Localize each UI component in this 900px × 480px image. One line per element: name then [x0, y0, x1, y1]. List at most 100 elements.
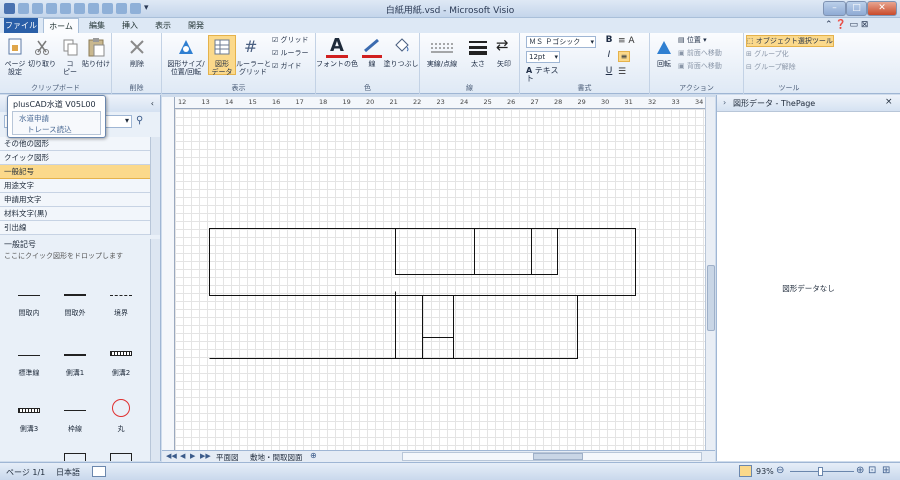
fit-window-icon[interactable]: ⊡ [868, 465, 876, 476]
vertical-scroll-thumb[interactable] [707, 265, 715, 331]
stencil-scrollbar[interactable] [150, 239, 160, 461]
tab-insert[interactable]: 挿入 [115, 18, 145, 33]
line-pattern-button[interactable]: 実線/点線 [422, 60, 462, 68]
rotate-button[interactable]: 回転 [652, 60, 676, 68]
zoom-out-icon[interactable]: ⊖ [776, 465, 784, 476]
select-tool-button[interactable]: ⬚ オブジェクト選択ツール [746, 35, 834, 47]
category-application-text[interactable]: 申請用文字 [0, 193, 150, 207]
underline-button[interactable]: U [604, 67, 614, 76]
close-panel-icon[interactable]: × [885, 97, 893, 107]
delete-button[interactable]: 削除 [122, 60, 152, 68]
floor-plan-drawing[interactable] [175, 109, 705, 450]
zoom-in-icon[interactable]: ⊕ [856, 465, 864, 476]
partial-shape-icon-2[interactable] [110, 453, 132, 461]
align-center-icon[interactable]: ≡ [618, 51, 630, 62]
category-usage-text[interactable]: 用途文字 [0, 179, 150, 193]
horizontal-scrollbar[interactable] [402, 452, 702, 461]
line-button[interactable]: 線 [362, 60, 382, 68]
fill-button[interactable]: 塗りつぶし [382, 60, 420, 68]
align-icon[interactable]: ≡ A [618, 36, 635, 46]
stencil-boundary[interactable]: 境界 [101, 308, 141, 318]
popup-item-water-application[interactable]: 水道申請 [19, 113, 49, 124]
horizontal-scroll-thumb[interactable] [533, 453, 583, 460]
stencil-gutter3[interactable]: 側溝3 [9, 424, 49, 434]
standard-line-shape-icon[interactable] [18, 355, 40, 356]
ruler-grid-button[interactable]: ルーラーと グリッド [236, 60, 271, 76]
first-page-icon[interactable]: ◀◀ [166, 452, 177, 460]
drawing-canvas[interactable] [175, 109, 705, 450]
next-page-icon[interactable]: ▶ [190, 452, 195, 460]
stencil-gutter1[interactable]: 側溝1 [55, 368, 95, 378]
ungroup-button[interactable]: ⊟ グループ解除 [746, 63, 834, 71]
maximize-button[interactable]: □ [846, 1, 867, 16]
search-icon[interactable]: ⚲ [136, 115, 143, 126]
frame-line-shape-icon[interactable] [64, 410, 86, 411]
close-button[interactable]: ✕ [867, 1, 897, 16]
zoom-slider-thumb[interactable] [818, 467, 823, 476]
lower-room-block[interactable] [422, 295, 578, 359]
tab-edit[interactable]: 編集 [82, 18, 112, 33]
room-inner-shape-icon[interactable] [18, 295, 40, 296]
text-button[interactable]: A テキスト [526, 67, 566, 83]
tab-view[interactable]: 表示 [148, 18, 178, 33]
last-page-icon[interactable]: ▶▶ [200, 452, 211, 460]
fit-page-icon[interactable] [739, 465, 752, 477]
collapse-icon[interactable]: ‹ [151, 95, 154, 112]
stencil-room-inner[interactable]: 間取内 [9, 308, 49, 318]
stencil-frame-line[interactable]: 枠線 [55, 424, 95, 434]
category-scrollbar[interactable] [150, 137, 160, 235]
shape-data-button[interactable]: 図形 データ [208, 60, 236, 76]
line-weight-button[interactable]: 太さ [466, 60, 490, 68]
status-page[interactable]: ページ 1/1 [6, 467, 45, 478]
prev-page-icon[interactable]: ◀ [180, 452, 185, 460]
tab-home[interactable]: ホーム [43, 18, 79, 33]
gutter1-shape-icon[interactable] [64, 354, 86, 356]
cut-button[interactable]: 切り取り [26, 60, 58, 68]
stencil-standard-line[interactable]: 標準線 [9, 368, 49, 378]
stencil-gutter2[interactable]: 側溝2 [101, 368, 141, 378]
outer-building-rect[interactable] [209, 228, 636, 296]
arrow-button[interactable]: 矢印 [492, 60, 516, 68]
minimize-button[interactable]: – [823, 1, 846, 16]
copy-button[interactable]: コ ピー [62, 60, 78, 76]
tab-file[interactable]: ファイル [4, 18, 38, 33]
ruler-checkbox[interactable]: ☑ ルーラー [272, 49, 316, 57]
insert-page-icon[interactable]: ⊕ [310, 451, 317, 460]
macro-record-icon[interactable] [92, 466, 106, 477]
category-quick-shapes[interactable]: クイック図形 [0, 151, 150, 165]
pan-zoom-icon[interactable]: ⊞ [882, 465, 890, 476]
page-setup-button[interactable]: ページ 設定 [2, 60, 28, 76]
size-position-button[interactable]: 図形サイズ/ 位置/回転 [164, 60, 208, 76]
bold-button[interactable]: B [604, 36, 614, 45]
collapse-right-icon[interactable]: › [723, 98, 726, 107]
grid-checkbox[interactable]: ☑ グリッド [272, 36, 316, 44]
category-leader[interactable]: 引出線 [0, 221, 150, 235]
position-button[interactable]: ▤ 位置 ▾ [678, 36, 744, 44]
upper-room-block[interactable] [395, 228, 558, 275]
category-general-symbols[interactable]: 一般記号 [0, 165, 150, 179]
boundary-shape-icon[interactable] [110, 295, 132, 296]
font-color-button[interactable]: フォントの色 [316, 60, 358, 68]
popup-item-trace-import[interactable]: トレース読込 [27, 124, 72, 135]
category-material-text[interactable]: 材料文字(黒) [0, 207, 150, 221]
room-outer-shape-icon[interactable] [64, 294, 86, 296]
circle-shape-icon[interactable] [112, 399, 130, 417]
send-back-button[interactable]: ▣ 背面へ移動 [678, 62, 744, 70]
stencil-circle[interactable]: 丸 [101, 424, 141, 434]
tab-developer[interactable]: 開発 [181, 18, 211, 33]
bullets-icon[interactable]: ☰ [618, 67, 626, 77]
zoom-level[interactable]: 93% [756, 467, 774, 476]
gutter3-shape-icon[interactable] [18, 408, 40, 413]
search-dropdown-icon[interactable]: ▾ [125, 116, 129, 125]
group-button[interactable]: ⊞ グループ化 [746, 50, 834, 58]
category-other-shapes[interactable]: その他の図形 [0, 137, 150, 151]
font-size-select[interactable]: 12pt ▾ [526, 51, 560, 63]
vertical-scrollbar[interactable] [705, 97, 715, 450]
font-name-select[interactable]: ＭＳ Ｐゴシック ▾ [526, 36, 596, 48]
gutter2-shape-icon[interactable] [110, 351, 132, 356]
guide-checkbox[interactable]: ☑ ガイド [272, 62, 316, 70]
bring-front-button[interactable]: ▣ 前面へ移動 [678, 49, 744, 57]
paste-button[interactable]: 貼り付け [80, 60, 112, 68]
partial-shape-icon[interactable] [64, 453, 86, 461]
ribbon-help-icons[interactable]: ⌃ ❓ ▭ ⊠ [825, 20, 868, 30]
